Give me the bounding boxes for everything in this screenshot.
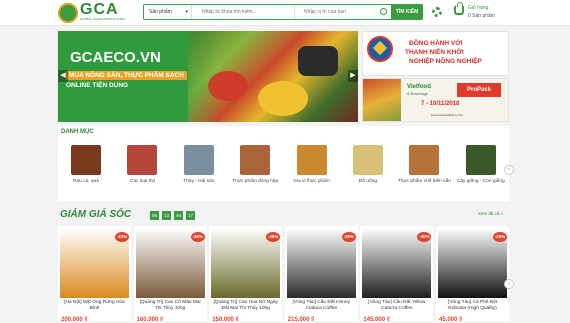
category-label: Rau củ, quả — [73, 179, 99, 184]
product-name[interactable]: [Vũng Tàu] Cà Phê Bột Robusta (High Qual… — [439, 300, 506, 312]
product-name[interactable]: [Hà Nội] Mật Ong Rừng Hòa Bình — [61, 300, 128, 312]
product-name[interactable]: [Quảng Trị] Cao Hoa Nở Ngày Đất Mai Thi … — [212, 300, 279, 312]
hero-banner[interactable]: GCAECO.VN MUA NÔNG SẢN, THỰC PHẨM SẠCH O… — [58, 31, 358, 122]
hero-title: GCAECO.VN — [70, 49, 161, 66]
view-all-link[interactable]: Xem tất cả » — [478, 211, 503, 216]
product-card[interactable]: -30% [Vũng Tàu] Cầu Đất Yellow Caturra Co… — [360, 226, 434, 323]
hero-tagline-1: MUA NÔNG SẢN, THỰC PHẨM SẠCH — [66, 71, 187, 80]
propack-logo: ProPack — [457, 83, 501, 97]
chevron-down-icon: ▾ — [185, 9, 188, 15]
search-category-select[interactable]: Sản phẩm ▾ — [144, 5, 192, 19]
expo-banner[interactable]: Vietfood & Beverage ProPack 7 - 10/11/20… — [362, 78, 509, 122]
youth-union-emblem-icon — [367, 36, 393, 62]
category-item[interactable]: Rau củ, quả — [58, 145, 114, 197]
product-card[interactable]: -38% [Quảng Trị] Cao Hoa Nở Ngày Đất Mai … — [209, 226, 283, 323]
vietfood-logo-sub: & Beverage — [407, 91, 428, 96]
shopping-bag-icon — [454, 2, 464, 15]
youth-banner-line-3: NGHIỆP NÔNG NGHIỆP — [409, 58, 482, 65]
youth-banner-line-1: ĐỒNG HÀNH VỚI — [409, 40, 463, 47]
category-image — [353, 145, 383, 175]
category-image — [465, 145, 496, 175]
product-name[interactable]: [Vũng Tàu] Cầu Đất Yellow Caturra Coffee — [363, 300, 430, 312]
youth-banner-line-2: THANH NIÊN KHỞI — [405, 49, 464, 56]
category-image — [296, 145, 327, 175]
category-image — [409, 145, 440, 175]
category-label: Thủy - Hải sản — [183, 179, 215, 184]
category-item[interactable]: Thực phẩm chế biến sẵn — [396, 145, 452, 197]
cart-button[interactable]: Giỏ hàng 0 Sản phẩm — [454, 2, 514, 22]
youth-startup-banner[interactable]: ĐỒNG HÀNH VỚI THANH NIÊN KHỞI NGHIỆP NÔN… — [362, 31, 509, 76]
vietfood-logo: Vietfood — [407, 84, 431, 90]
chevron-right-icon[interactable]: › — [504, 279, 514, 289]
category-item[interactable]: Cây giống - Con giống — [453, 145, 509, 197]
expo-url: www.foodexhibition.com — [431, 113, 464, 117]
search-bar: Sản phẩm ▾ TÌM KIẾM — [143, 4, 423, 20]
search-category-label: Sản phẩm — [149, 9, 172, 15]
category-label: Đồ uống — [358, 179, 378, 184]
discount-badge: -36% — [341, 232, 356, 242]
gear-icon[interactable] — [432, 7, 442, 17]
product-price: 200.000 ₫ — [61, 317, 88, 323]
category-item[interactable]: Thủy - Hải sản — [171, 145, 227, 197]
category-section-title: DANH MỤC — [61, 129, 94, 135]
cart-count: 0 Sản phẩm — [468, 13, 495, 19]
product-price: 150.000 ₫ — [212, 317, 239, 323]
category-item[interactable]: Thực phẩm đóng hộp — [227, 145, 283, 197]
category-label: Cây giống - Con giống — [456, 179, 505, 184]
category-image — [71, 145, 101, 175]
discount-badge: -29% — [493, 232, 507, 242]
category-label: Thực phẩm chế biến sẵn — [397, 179, 451, 184]
product-price: 215.000 ₫ — [287, 317, 315, 323]
product-price: 160.000 ₫ — [136, 317, 164, 323]
category-image — [183, 145, 214, 175]
flash-sale-products: -23% [Hà Nội] Mật Ong Rừng Hòa Bình 200.00… — [58, 226, 509, 323]
flash-sale-title: GIẢM GIÁ SỐC — [60, 209, 132, 220]
cart-label: Giỏ hàng — [468, 5, 489, 11]
category-item[interactable]: Các loại thịt — [114, 145, 170, 197]
category-section: DANH MỤC Rau củ, quả Các loại thịt Thủy - … — [58, 126, 509, 201]
category-item[interactable]: Gia vị thực phẩm — [284, 145, 340, 197]
expo-date: 7 - 10/11/2018 — [421, 101, 460, 107]
flash-sale-header: GIẢM GIÁ SỐC 06 13 46 17 Xem tất cả » — [58, 205, 509, 225]
search-input[interactable] — [193, 5, 293, 19]
logo-emblem-icon — [58, 3, 78, 23]
countdown-hours: 13 — [162, 211, 171, 220]
countdown-seconds: 17 — [186, 211, 195, 220]
hero-tagline-2: ONLINE TIỆN DỤNG — [66, 82, 129, 89]
location-input[interactable] — [294, 5, 388, 19]
category-image — [127, 145, 158, 175]
category-image — [240, 145, 271, 175]
category-item[interactable]: Đồ uống — [340, 145, 396, 197]
discount-badge: -36% — [190, 232, 205, 242]
category-label: Gia vị thực phẩm — [293, 179, 330, 184]
expo-food-image — [363, 79, 401, 121]
product-card[interactable]: -36% [Quảng Trị] Cao Cô Mãu Mai Thi Thúy … — [133, 226, 207, 323]
countdown-minutes: 46 — [174, 211, 183, 220]
product-card[interactable]: -29% [Vũng Tàu] Cà Phê Bột Robusta (High … — [436, 226, 509, 323]
discount-badge: -23% — [115, 232, 129, 242]
product-price: 145.000 ₫ — [363, 317, 390, 323]
category-label: Các loại thịt — [129, 179, 155, 184]
top-header: GCA GLOBAL CLEAN AGRICULTURE Sản phẩm ▾ … — [0, 0, 570, 26]
product-card[interactable]: -23% [Hà Nội] Mật Ong Rừng Hòa Bình 200.00… — [58, 226, 131, 323]
product-name[interactable]: [Vũng Tàu] Cầu Đất Honey Arabica Coffee — [288, 300, 355, 312]
locate-me-icon[interactable] — [380, 8, 387, 15]
product-price: 45.000 ₫ — [439, 317, 463, 323]
product-name[interactable]: [Quảng Trị] Cao Cô Mãu Mai Thi Thúy 100g — [137, 300, 204, 312]
category-label: Thực phẩm đóng hộp — [232, 179, 279, 184]
product-card[interactable]: -36% [Vũng Tàu] Cầu Đất Honey Arabica Cof… — [284, 226, 358, 323]
site-logo[interactable]: GCA GLOBAL CLEAN AGRICULTURE — [58, 1, 125, 24]
chevron-left-icon[interactable]: ◀ — [58, 70, 68, 82]
chevron-right-icon[interactable]: ▶ — [348, 70, 358, 82]
logo-subtitle: GLOBAL CLEAN AGRICULTURE — [80, 17, 125, 21]
chevron-right-icon[interactable]: › — [504, 165, 514, 175]
search-button[interactable]: TÌM KIẾM — [391, 4, 423, 20]
countdown-days: 06 — [150, 211, 159, 220]
